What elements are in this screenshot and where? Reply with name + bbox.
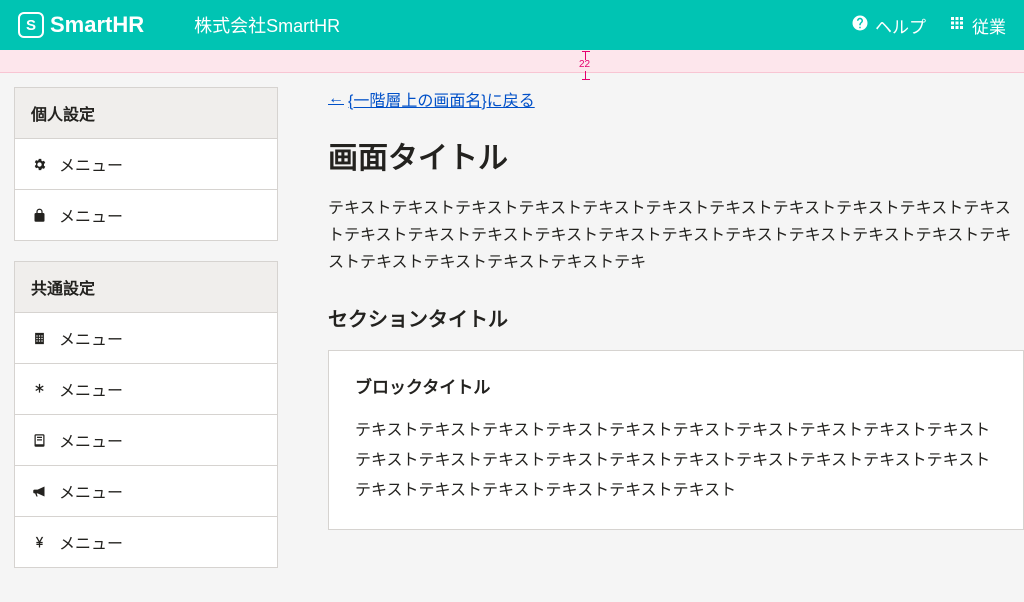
sidebar-item[interactable]: メニュー <box>15 517 277 567</box>
spacing-annotation-bar: 22 <box>0 50 1024 73</box>
grid-icon <box>948 14 966 37</box>
sidebar: 個人設定 メニュー メニュー 共通設定 メニュー メニュー メニュー <box>0 73 292 602</box>
sidebar-item-label: メニュー <box>59 377 123 401</box>
spacing-value: 22 <box>579 60 590 70</box>
section-title: 個人設定 <box>15 88 277 139</box>
employee-link[interactable]: 従業 <box>948 13 1006 38</box>
block-title: ブロックタイトル <box>355 373 997 398</box>
sidebar-item-label: メニュー <box>59 428 123 452</box>
sidebar-item[interactable]: メニュー <box>15 466 277 517</box>
logo-icon: S <box>18 12 44 38</box>
app-header: S SmartHR 株式会社SmartHR ヘルプ 従業 <box>0 0 1024 50</box>
header-right: ヘルプ 従業 <box>851 13 1006 38</box>
logo[interactable]: S SmartHR <box>18 12 144 38</box>
sidebar-item-label: メニュー <box>59 479 123 503</box>
lock-icon <box>31 208 47 223</box>
sidebar-section-personal: 個人設定 メニュー メニュー <box>14 87 278 241</box>
sidebar-section-common: 共通設定 メニュー メニュー メニュー メニュー メニュー <box>14 261 278 568</box>
sidebar-item[interactable]: メニュー <box>15 313 277 364</box>
main-content: ← {一階層上の画面名}に戻る 画面タイトル テキストテキストテキストテキストテ… <box>292 73 1024 602</box>
logo-text: SmartHR <box>50 12 144 38</box>
yen-icon <box>31 535 47 550</box>
gear-icon <box>31 157 47 172</box>
help-icon <box>851 14 869 37</box>
sidebar-item-label: メニュー <box>59 152 123 176</box>
sidebar-item[interactable]: メニュー <box>15 364 277 415</box>
header-left: S SmartHR 株式会社SmartHR <box>18 12 340 38</box>
building-icon <box>31 331 47 346</box>
section-title: 共通設定 <box>15 262 277 313</box>
help-link[interactable]: ヘルプ <box>851 13 926 38</box>
help-label: ヘルプ <box>875 13 926 38</box>
sidebar-item-label: メニュー <box>59 326 123 350</box>
megaphone-icon <box>31 484 47 499</box>
back-link-label: {一階層上の画面名}に戻る <box>348 87 535 111</box>
sidebar-item[interactable]: メニュー <box>15 190 277 240</box>
sidebar-item-label: メニュー <box>59 203 123 227</box>
sidebar-item[interactable]: メニュー <box>15 415 277 466</box>
employee-label: 従業 <box>972 13 1006 38</box>
asterisk-icon <box>31 382 47 397</box>
spacing-marker: 22 <box>579 60 590 70</box>
arrow-left-icon: ← <box>328 90 344 108</box>
page-title: 画面タイトル <box>328 133 1024 177</box>
sidebar-item[interactable]: メニュー <box>15 139 277 190</box>
book-icon <box>31 433 47 448</box>
company-name: 株式会社SmartHR <box>194 12 340 38</box>
sidebar-item-label: メニュー <box>59 530 123 554</box>
content-block: ブロックタイトル テキストテキストテキストテキストテキストテキストテキストテキス… <box>328 350 1024 530</box>
section-title: セクションタイトル <box>328 303 1024 332</box>
block-text: テキストテキストテキストテキストテキストテキストテキストテキストテキストテキスト… <box>355 416 997 507</box>
back-link[interactable]: ← {一階層上の画面名}に戻る <box>328 87 535 111</box>
layout: 個人設定 メニュー メニュー 共通設定 メニュー メニュー メニュー <box>0 73 1024 602</box>
page-description: テキストテキストテキストテキストテキストテキストテキストテキストテキストテキスト… <box>328 195 1024 277</box>
